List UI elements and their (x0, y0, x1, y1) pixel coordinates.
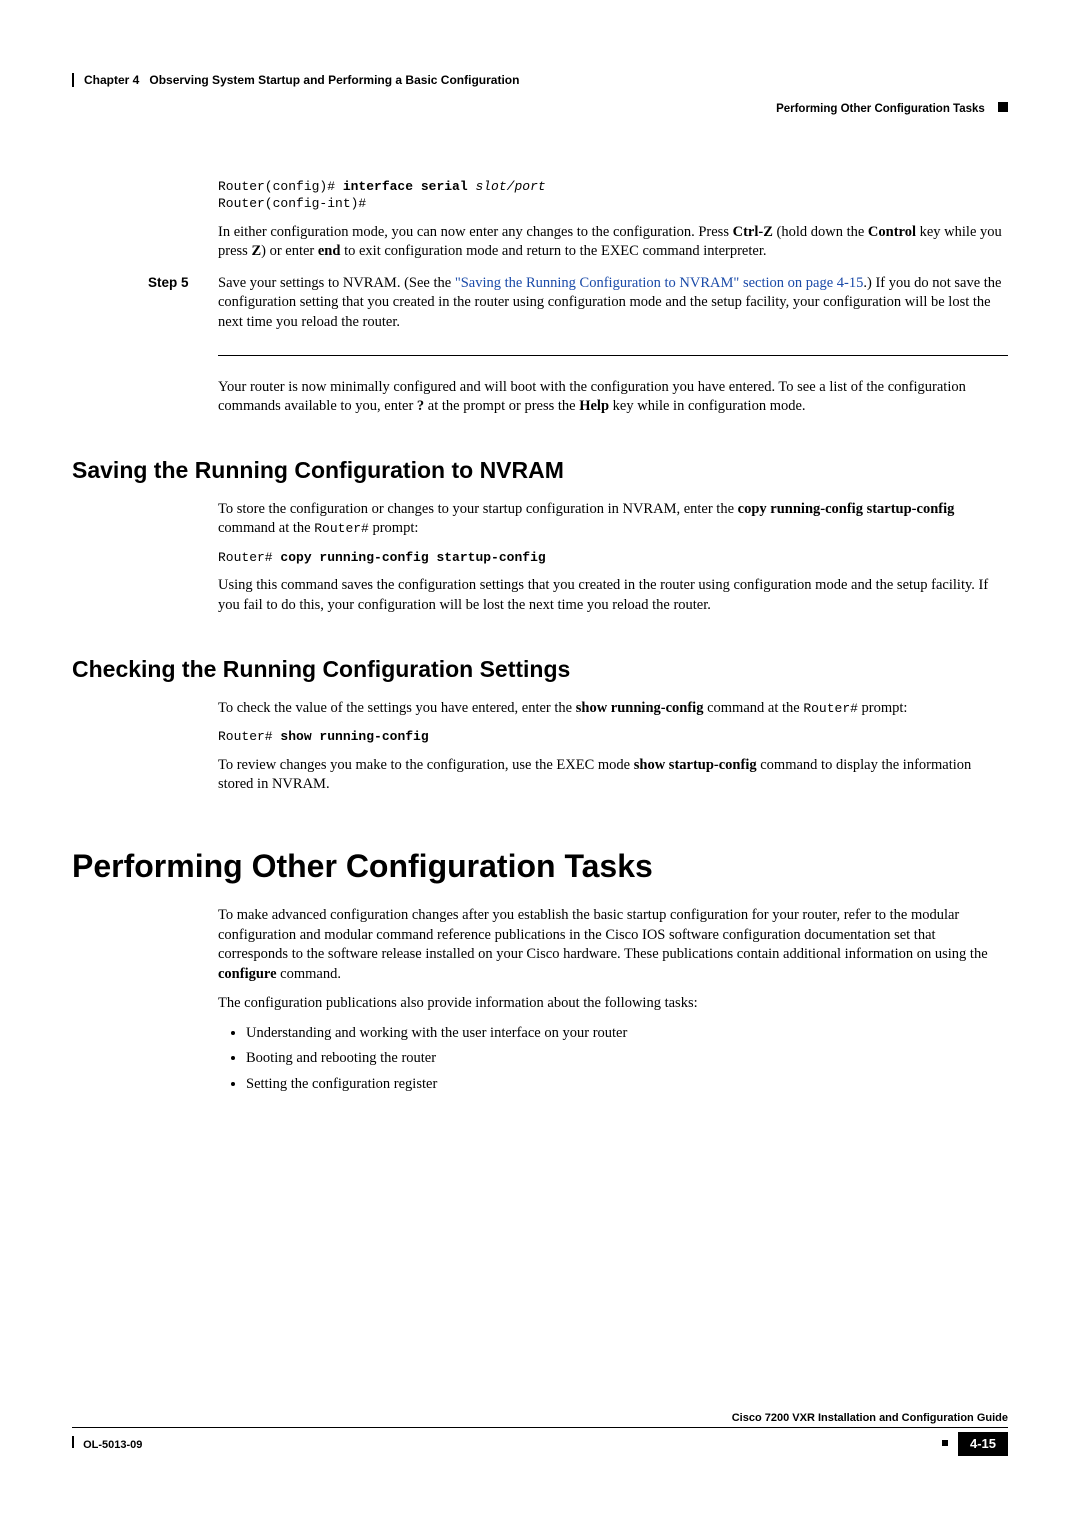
code-command: interface serial (343, 179, 468, 194)
footer-square-icon (942, 1440, 948, 1446)
chapter-label: Chapter 4 (84, 72, 139, 88)
page-header: Chapter 4 Observing System Startup and P… (72, 72, 1008, 88)
header-right-row: Performing Other Configuration Tasks (72, 102, 1008, 118)
paragraph-nvram-save: Using this command saves the configurati… (218, 576, 1008, 615)
section-checking: To check the value of the settings you h… (218, 699, 1008, 795)
header-left: Chapter 4 Observing System Startup and P… (72, 72, 519, 88)
code-prompt-2: Router(config-int)# (218, 196, 366, 211)
heading-other-tasks: Performing Other Configuration Tasks (72, 845, 1008, 888)
list-item: Setting the configuration register (246, 1075, 1008, 1095)
header-bar-icon (72, 73, 74, 87)
step-5: Step 5 Save your settings to NVRAM. (See… (148, 274, 1008, 333)
footer-docnum: OL-5013-09 (83, 1439, 142, 1451)
divider (218, 355, 1008, 356)
heading-nvram: Saving the Running Configuration to NVRA… (72, 455, 1008, 486)
paragraph-min-config: Your router is now minimally configured … (218, 378, 1008, 417)
step-body: Save your settings to NVRAM. (See the "S… (218, 274, 1008, 333)
heading-checking: Checking the Running Configuration Setti… (72, 654, 1008, 685)
nvram-link[interactable]: "Saving the Running Configuration to NVR… (455, 275, 864, 291)
footer-right: 4-15 (942, 1432, 1008, 1456)
body: Router(config)# interface serial slot/po… (218, 178, 1008, 262)
footer-left: OL-5013-09 (72, 1436, 142, 1453)
code-show-running: Router# show running-config (218, 728, 1008, 746)
list-item: Booting and rebooting the router (246, 1049, 1008, 1069)
footer-guide-title: Cisco 7200 VXR Installation and Configur… (72, 1411, 1008, 1429)
code-prompt: Router(config)# (218, 179, 343, 194)
section-other: To make advanced configuration changes a… (218, 906, 1008, 1095)
chapter-title: Observing System Startup and Performing … (149, 72, 519, 88)
section-nvram: To store the configuration or changes to… (218, 500, 1008, 616)
step-label: Step 5 (148, 274, 218, 333)
paragraph-ctrlz: In either configuration mode, you can no… (218, 223, 1008, 262)
page-footer: Cisco 7200 VXR Installation and Configur… (72, 1411, 1008, 1456)
page: Chapter 4 Observing System Startup and P… (0, 0, 1080, 1528)
section-title: Performing Other Configuration Tasks (776, 103, 985, 115)
page-number: 4-15 (958, 1432, 1008, 1456)
code-arg: slot/port (468, 179, 546, 194)
list-item: Understanding and working with the user … (246, 1024, 1008, 1044)
task-list: Understanding and working with the user … (246, 1024, 1008, 1095)
header-square-icon (998, 102, 1008, 112)
code-copy-running: Router# copy running-config startup-conf… (218, 549, 1008, 567)
footer-bar-icon (72, 1436, 74, 1448)
code-block-interface: Router(config)# interface serial slot/po… (218, 178, 1008, 213)
